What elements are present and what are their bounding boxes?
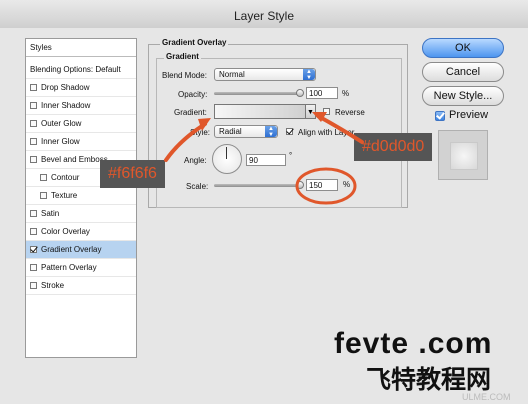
arrow-line-left — [164, 122, 207, 162]
watermark-small: ULME.COM — [462, 392, 511, 402]
watermark-chinese: 飞特教程网 — [366, 365, 492, 394]
scale-highlight-ellipse — [295, 167, 357, 205]
watermark-fevte: fevte .com — [334, 327, 493, 360]
arrow-line-right — [316, 114, 364, 144]
